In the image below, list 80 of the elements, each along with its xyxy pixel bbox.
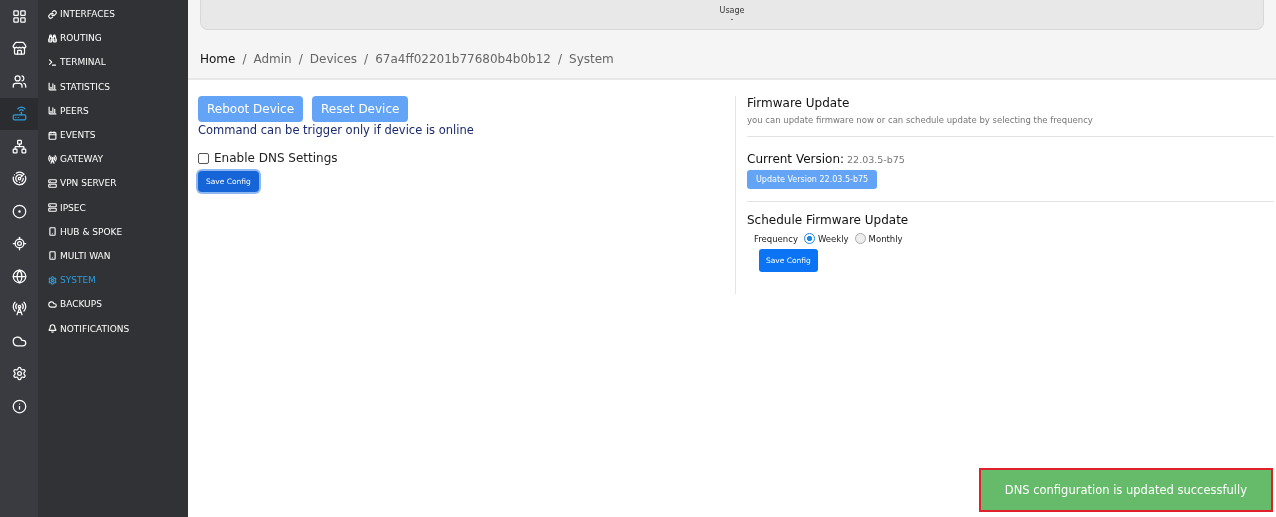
menu-label: VPN SERVER	[60, 178, 117, 189]
device-icon	[48, 227, 57, 237]
radar-icon	[11, 171, 27, 187]
antenna-icon	[11, 301, 27, 317]
menu-item[interactable]: ROUTING	[38, 26, 188, 51]
menu-label: MULTI WAN	[60, 250, 111, 261]
menu-item[interactable]: VPN SERVER	[38, 171, 188, 196]
checkbox-label: Enable DNS Settings	[214, 151, 338, 165]
menu-item[interactable]: INTERFACES	[38, 2, 188, 27]
menu-label: IPSEC	[60, 202, 86, 213]
online-note: Command can be trigger only if device is online	[198, 123, 475, 137]
usage-label: Usage	[719, 5, 745, 15]
menu-item[interactable]: EVENTS	[38, 122, 188, 148]
users-icon	[11, 73, 27, 89]
menu-item[interactable]: PEERS	[38, 98, 188, 123]
version-value: 22.03.5-b75	[847, 154, 905, 165]
store-icon	[11, 41, 27, 57]
menu-label: HUB & SPOKE	[60, 226, 123, 237]
link-icon	[48, 9, 57, 19]
menu-item[interactable]: BACKUPS	[38, 292, 188, 317]
menu-label: INTERFACES	[60, 9, 115, 20]
bar-chart-icon	[48, 106, 57, 116]
menu-label: TERMINAL	[60, 57, 106, 68]
settings-icon	[11, 366, 27, 382]
section-title: Firmware Update	[747, 96, 851, 110]
breadcrumb-link[interactable]: 67a4ff02201b77680b4b0b12	[375, 52, 551, 66]
terminal-icon	[48, 57, 57, 67]
radio-button[interactable]	[803, 233, 815, 244]
menu-label: SYSTEM	[60, 275, 96, 286]
calendar-icon	[48, 130, 57, 140]
section-description: you can update firmware now or can schedule update by selecting the frequency	[747, 115, 1274, 137]
menu-item[interactable]: SYSTEM	[38, 268, 188, 293]
server-icon	[48, 178, 57, 188]
menu-item[interactable]: HUB & SPOKE	[38, 219, 188, 244]
bar-chart-icon	[48, 82, 57, 92]
menu-item[interactable]: IPSEC	[38, 195, 188, 220]
menu-label: PEERS	[60, 105, 89, 116]
globe-icon	[11, 268, 27, 284]
breadcrumb-link[interactable]: System	[569, 52, 614, 66]
menu-label: GATEWAY	[60, 154, 103, 165]
radio-button[interactable]	[854, 233, 866, 244]
target-icon	[11, 203, 27, 219]
breadcrumb-separator: /	[242, 52, 247, 66]
section-title: Schedule Firmware Update	[747, 213, 910, 227]
antenna-icon	[48, 154, 57, 164]
binoculars-icon	[48, 33, 57, 43]
info-icon	[11, 398, 27, 414]
menu-item[interactable]: STATISTICS	[38, 74, 188, 99]
version-label: Current Version:	[747, 152, 845, 166]
menu-label: BACKUPS	[60, 299, 102, 310]
network-icon	[11, 138, 27, 154]
dns-checkbox[interactable]	[198, 152, 209, 164]
breadcrumb-link[interactable]: Home	[200, 52, 236, 66]
menu-item[interactable]: GATEWAY	[38, 147, 188, 172]
breadcrumb-separator: /	[298, 52, 303, 66]
usage-value: -	[730, 14, 734, 24]
menu-label: STATISTICS	[60, 81, 110, 92]
device-icon	[48, 251, 57, 261]
menu-item[interactable]: NOTIFICATIONS	[38, 316, 188, 341]
cloud-icon	[11, 333, 27, 349]
router-icon	[11, 106, 27, 122]
grid-icon	[11, 8, 27, 24]
menu-label: NOTIFICATIONS	[60, 323, 130, 334]
breadcrumb-separator: /	[558, 52, 563, 66]
cloud-icon	[48, 299, 57, 309]
menu-item[interactable]: TERMINAL	[38, 50, 188, 75]
breadcrumb-separator: /	[364, 52, 369, 66]
menu-label: ROUTING	[60, 33, 102, 44]
bell-icon	[48, 324, 57, 334]
crosshair-icon	[11, 236, 27, 252]
breadcrumb-link[interactable]: Devices	[309, 52, 358, 66]
radio-label: Weekly	[817, 233, 849, 244]
breadcrumb-link[interactable]: Admin	[253, 52, 292, 66]
frequency-label: Frequency	[754, 233, 798, 244]
settings-icon	[48, 275, 57, 285]
radio-label: Monthly	[868, 233, 903, 244]
success-toast: DNS configuration is updated successfully	[978, 468, 1273, 512]
menu-item[interactable]: MULTI WAN	[38, 243, 188, 269]
menu-label: EVENTS	[60, 130, 96, 141]
server-icon	[48, 203, 57, 213]
